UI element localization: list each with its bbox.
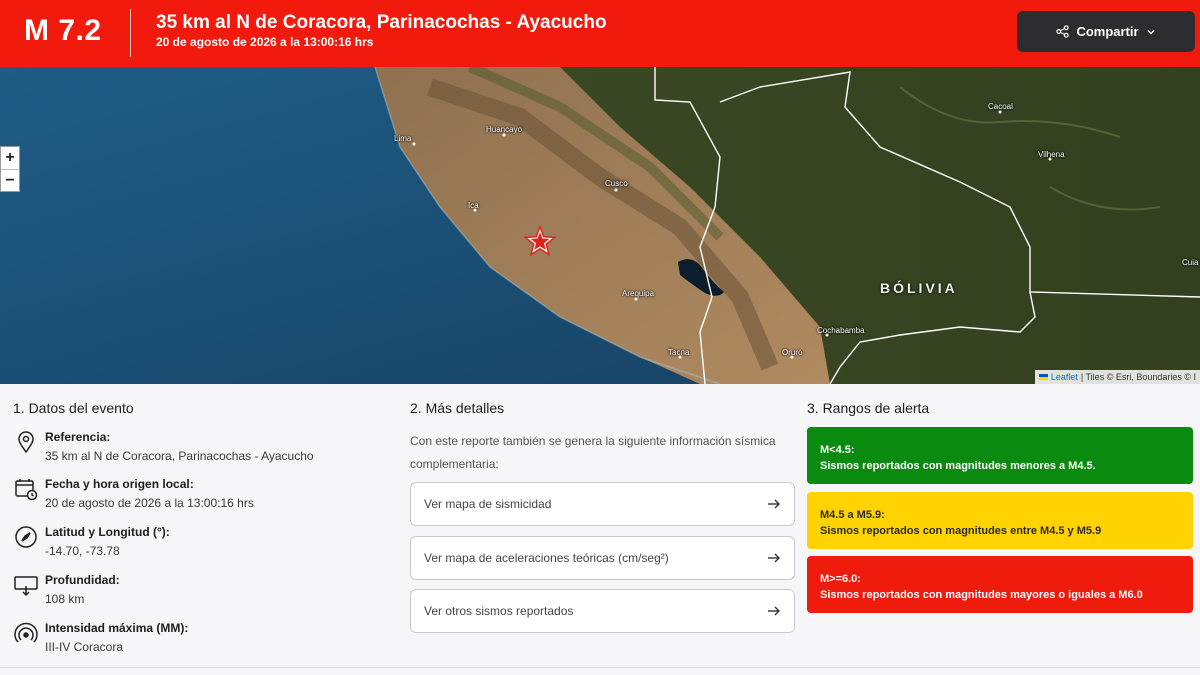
alert-range-description: Sismos reportados con magnitudes entre M…: [820, 525, 1102, 537]
seismicity-map-label: Ver mapa de sismicidad: [424, 497, 552, 511]
zoom-in-button[interactable]: +: [1, 147, 19, 169]
zoom-control: + −: [0, 146, 20, 192]
intensity-item: Intensidad máxima (MM): III-IV Coracora: [14, 621, 374, 665]
city-label: Ica: [468, 201, 479, 210]
alert-range-green: M<4.5: Sismos reportados con magnitudes …: [807, 427, 1193, 484]
arrow-right-icon: [768, 553, 780, 563]
magnitude-label: M 7.2: [24, 14, 102, 47]
reference-item: Referencia: 35 km al N de Coracora, Pari…: [14, 430, 374, 474]
reference-value: 35 km al N de Coracora, Parinacochas - A…: [45, 449, 314, 463]
datetime-item: Fecha y hora origen local: 20 de agosto …: [14, 477, 374, 521]
event-datetime: 20 de agosto de 2026 a la 13:00:16 hrs: [156, 35, 374, 49]
city-label: Tacna: [668, 348, 690, 357]
acceleration-map-button[interactable]: Ver mapa de aceleraciones teóricas (cm/s…: [410, 536, 795, 580]
arrow-right-icon: [768, 499, 780, 509]
city-label: Arequipa: [622, 289, 655, 298]
details-section-title: 2. Más detalles: [410, 400, 505, 416]
ukraine-flag-icon: [1038, 374, 1048, 380]
acceleration-map-label: Ver mapa de aceleraciones teóricas (cm/s…: [424, 551, 669, 565]
event-header: M 7.2 35 km al N de Coracora, Parinacoch…: [0, 0, 1200, 67]
alerts-section-title: 3. Rangos de alerta: [807, 400, 930, 416]
depth-value: 108 km: [45, 592, 85, 606]
zoom-out-button[interactable]: −: [1, 169, 19, 191]
alert-range-title: M<4.5:: [820, 444, 855, 456]
details-intro: Con este reporte también se genera la si…: [410, 434, 776, 471]
share-label: Compartir: [1076, 24, 1139, 39]
event-title: 35 km al N de Coracora, Parinacochas - A…: [156, 12, 607, 33]
other-quakes-button[interactable]: Ver otros sismos reportados: [410, 589, 795, 633]
alert-range-red: M>=6.0: Sismos reportados con magnitudes…: [807, 556, 1193, 613]
location-pin-icon: [18, 431, 34, 454]
event-section-title: 1. Datos del evento: [13, 400, 134, 416]
city-label: Vilhena: [1038, 150, 1065, 159]
alert-range-description: Sismos reportados con magnitudes menores…: [820, 460, 1096, 472]
alert-range-title: M>=6.0:: [820, 573, 861, 585]
coordinates-item: Latitud y Longitud (°): -14.70, -73.78: [14, 525, 374, 569]
city-label: Cuia: [1182, 258, 1199, 267]
tiles-attribution: | Tiles © Esri, Boundaries © I: [1080, 372, 1196, 382]
reference-label: Referencia:: [45, 430, 111, 444]
other-quakes-label: Ver otros sismos reportados: [424, 604, 574, 618]
seismicity-map-button[interactable]: Ver mapa de sismicidad: [410, 482, 795, 526]
star-icon[interactable]: [524, 225, 556, 257]
coordinates-value: -14.70, -73.78: [45, 544, 120, 558]
footer-divider: [0, 667, 1200, 668]
city-label: Huancayo: [486, 125, 523, 134]
country-label: BÓLIVIA: [880, 280, 958, 296]
coordinates-label: Latitud y Longitud (°):: [45, 525, 170, 539]
map-view[interactable]: + − Lima Huancayo Cusco Ica Arequipa Tac…: [0, 67, 1200, 384]
leaflet-link[interactable]: Leaflet: [1051, 372, 1078, 382]
datetime-label: Fecha y hora origen local:: [45, 477, 194, 491]
depth-label: Profundidad:: [45, 573, 120, 587]
depth-item: Profundidad: 108 km: [14, 573, 374, 617]
map-attribution: Leaflet | Tiles © Esri, Boundaries © I: [1034, 370, 1200, 384]
arrow-right-icon: [768, 606, 780, 616]
city-label: Cacoal: [988, 102, 1013, 111]
alert-range-description: Sismos reportados con magnitudes mayores…: [820, 589, 1143, 601]
compass-icon: [15, 526, 37, 548]
satellite-map-image: [0, 67, 1200, 384]
header-divider: [130, 9, 131, 57]
signal-waves-icon: [14, 622, 38, 643]
alert-range-title: M4.5 a M5.9:: [820, 509, 885, 521]
city-label: Cochabamba: [817, 326, 865, 335]
intensity-label: Intensidad máxima (MM):: [45, 621, 189, 635]
share-icon: [1056, 25, 1070, 38]
depth-icon: [14, 576, 38, 597]
share-button[interactable]: Compartir: [1017, 11, 1195, 52]
calendar-clock-icon: [15, 479, 38, 501]
city-label: Oruro: [782, 348, 803, 357]
alert-range-yellow: M4.5 a M5.9: Sismos reportados con magni…: [807, 492, 1193, 549]
chevron-down-icon: [1147, 29, 1155, 34]
city-label: Lima: [394, 134, 412, 143]
intensity-value: III-IV Coracora: [45, 640, 124, 654]
city-label: Cusco: [605, 179, 628, 188]
datetime-value: 20 de agosto de 2026 a la 13:00:16 hrs: [45, 496, 254, 510]
